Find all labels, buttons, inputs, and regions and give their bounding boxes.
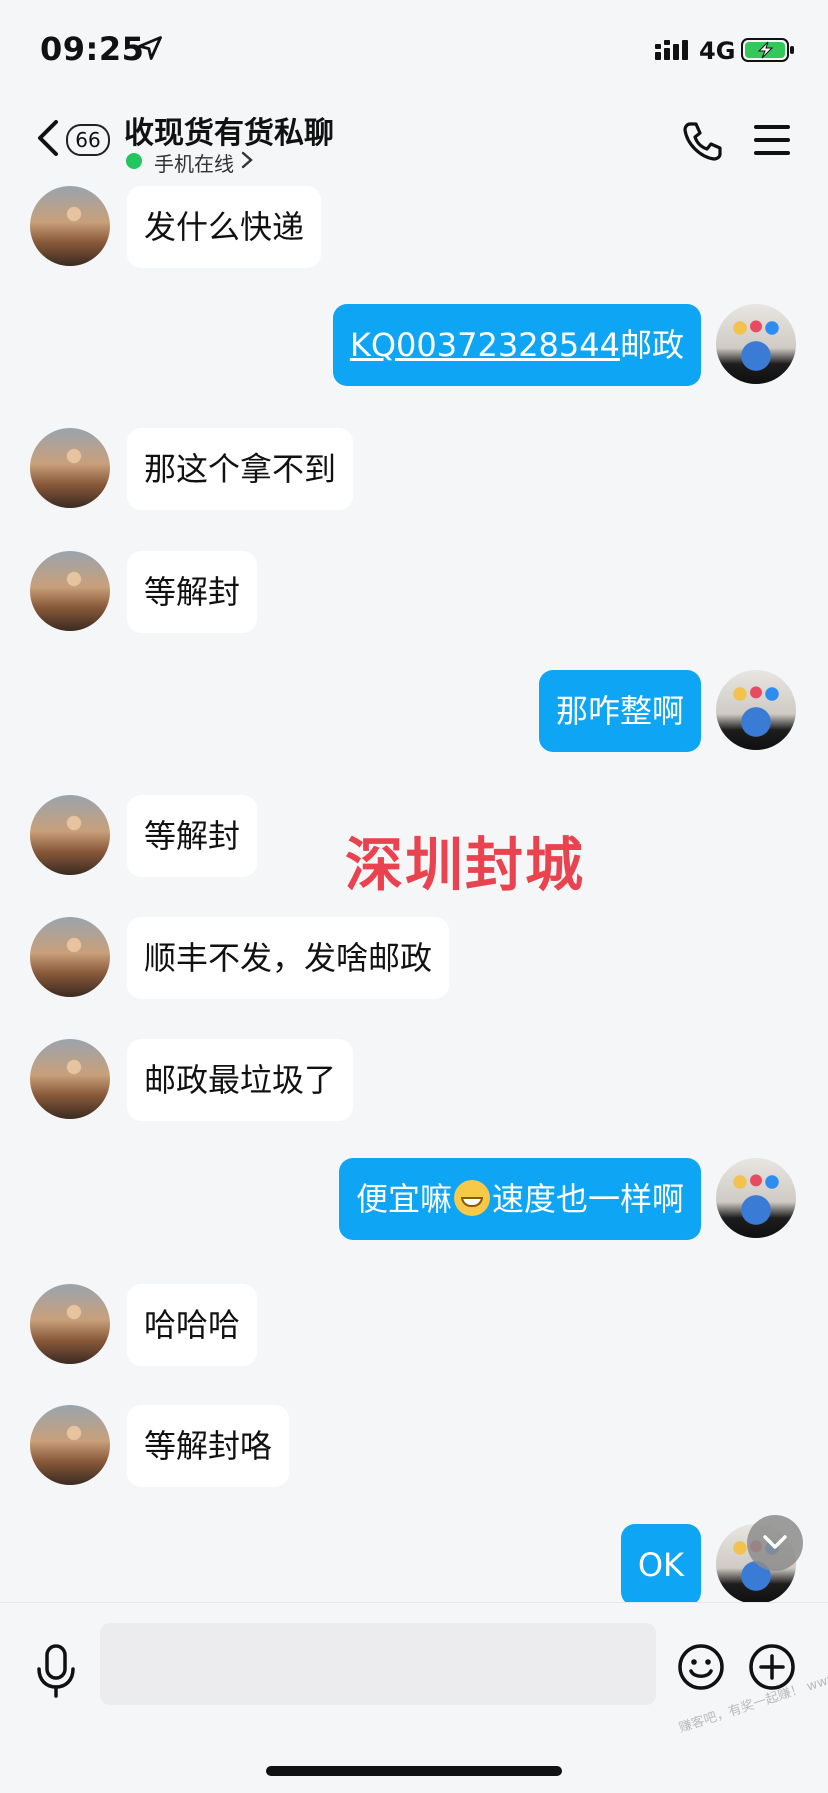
network-label: 4G (699, 37, 736, 65)
my-avatar[interactable] (716, 1158, 796, 1238)
message-bubble[interactable]: OK (620, 1524, 701, 1606)
contact-avatar[interactable] (30, 551, 110, 631)
overlay-caption: 深圳封城 (345, 831, 586, 899)
battery-charging-icon (741, 38, 794, 62)
contact-avatar[interactable] (30, 186, 110, 266)
contact-avatar[interactable] (30, 1039, 110, 1119)
contact-avatar[interactable] (30, 1405, 110, 1485)
unread-count-badge[interactable]: 66 (66, 124, 110, 156)
chat-title[interactable]: 收现货有货私聊 (124, 108, 334, 152)
scroll-to-bottom-button[interactable] (747, 1515, 803, 1571)
message-text: 速度也一样啊 (491, 1180, 684, 1218)
chevron-right-icon[interactable] (240, 150, 254, 170)
chevron-down-icon (763, 1535, 787, 1549)
contact-avatar[interactable] (30, 428, 110, 508)
message-bubble[interactable]: 等解封 (127, 795, 258, 877)
message-bubble[interactable]: 发什么快递 (127, 186, 322, 268)
message-text: 便宜嘛 (355, 1180, 452, 1218)
message-input[interactable] (100, 1623, 656, 1705)
message-bubble[interactable]: 等解封 (127, 551, 258, 633)
phone-call-icon[interactable] (680, 118, 726, 164)
status-bar: 09:25 4G (0, 0, 828, 100)
online-status-dot (126, 153, 142, 169)
microphone-icon[interactable] (34, 1643, 78, 1699)
message-bubble[interactable]: 邮政最垃圾了 (127, 1039, 354, 1121)
message-bubble[interactable]: 顺丰不发，发啥邮政 (127, 917, 450, 999)
contact-avatar[interactable] (30, 1284, 110, 1364)
message-bubble[interactable]: 那这个拿不到 (127, 428, 354, 510)
back-chevron-icon[interactable] (34, 118, 62, 158)
emoji-icon[interactable] (677, 1643, 725, 1691)
grinning-face-icon (453, 1180, 490, 1216)
message-bubble[interactable]: 那咋整啊 (538, 670, 701, 752)
my-avatar[interactable] (716, 304, 796, 384)
message-bubble[interactable]: 等解封咯 (127, 1405, 290, 1487)
message-bubble[interactable]: 哈哈哈 (127, 1284, 258, 1366)
chat-header: 66 收现货有货私聊 手机在线 (0, 100, 828, 186)
home-indicator[interactable] (266, 1766, 562, 1776)
message-bubble[interactable]: KQ00372328544邮政 (332, 304, 701, 386)
contact-avatar[interactable] (30, 917, 110, 997)
menu-icon[interactable] (752, 122, 792, 158)
my-avatar[interactable] (716, 670, 796, 750)
tracking-number-link[interactable]: KQ00372328544 (350, 326, 620, 364)
message-bubble[interactable]: 便宜嘛 速度也一样啊 (338, 1158, 701, 1240)
location-arrow-icon (138, 36, 162, 60)
contact-avatar[interactable] (30, 795, 110, 875)
message-text: 邮政 (619, 326, 684, 364)
message-input-bar (0, 1602, 828, 1793)
signal-icon (655, 40, 688, 60)
presence-label[interactable]: 手机在线 (154, 148, 234, 177)
status-time: 09:25 (40, 30, 145, 68)
